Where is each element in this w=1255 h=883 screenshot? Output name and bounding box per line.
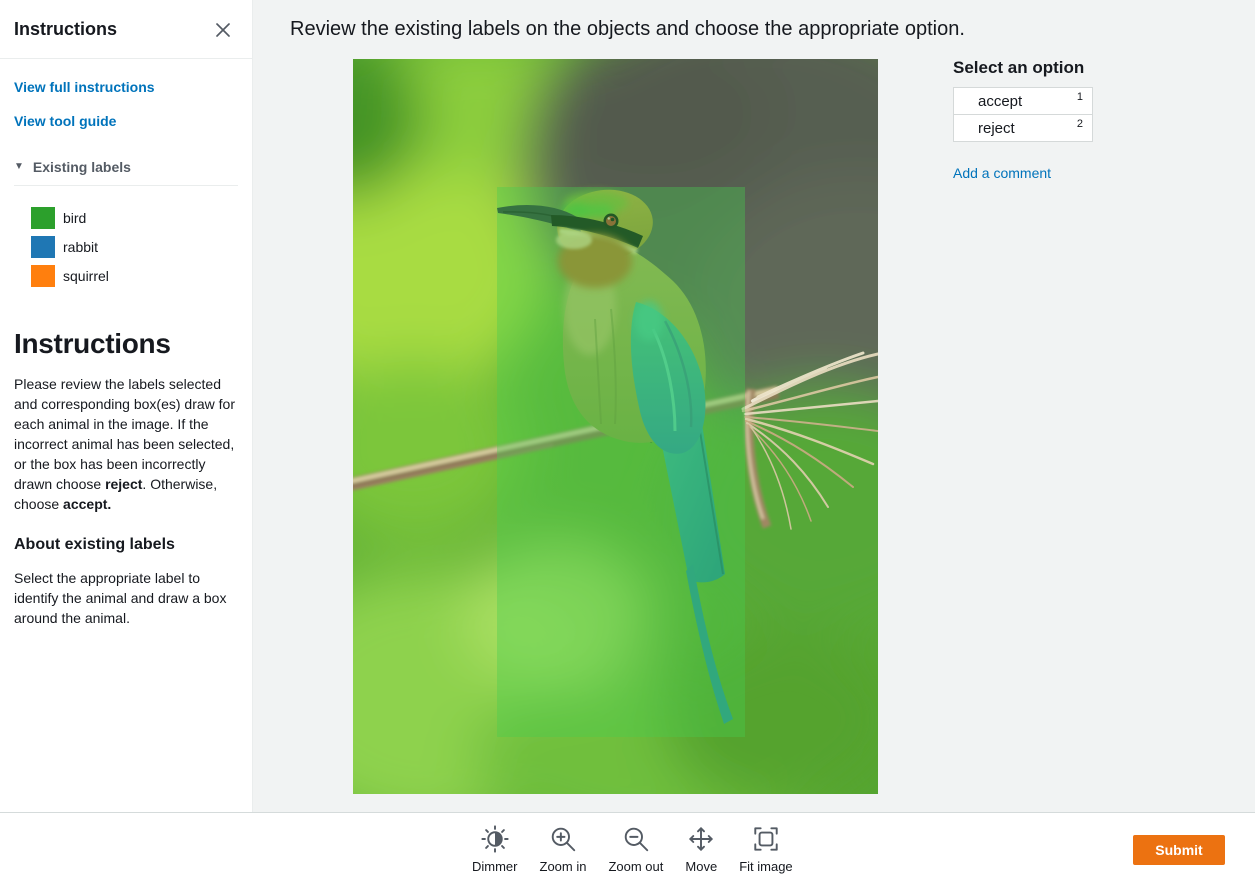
task-work-area: Review the existing labels on the object… xyxy=(253,0,1255,812)
option-reject[interactable]: reject 2 xyxy=(953,114,1093,142)
view-full-instructions-link[interactable]: View full instructions xyxy=(14,79,238,95)
dimmer-button[interactable]: Dimmer xyxy=(468,822,522,876)
options-panel: Select an option accept 1 reject 2 Add a… xyxy=(953,58,1093,183)
submit-button[interactable]: Submit xyxy=(1133,835,1225,865)
dimmer-icon xyxy=(480,824,510,854)
label-item-text: rabbit xyxy=(63,239,98,255)
instructions-text: Please review the labels selected and co… xyxy=(14,376,235,492)
tool-label: Zoom in xyxy=(540,859,587,874)
close-icon[interactable] xyxy=(214,21,232,39)
label-item-text: bird xyxy=(63,210,86,226)
options-heading: Select an option xyxy=(953,58,1093,78)
zoom-out-icon xyxy=(621,824,651,854)
instructions-sidebar: Instructions View full instructions View… xyxy=(0,0,253,812)
options-box: accept 1 reject 2 xyxy=(953,87,1093,142)
sidebar-title: Instructions xyxy=(14,19,117,40)
label-item-text: squirrel xyxy=(63,268,109,284)
add-comment-link[interactable]: Add a comment xyxy=(953,165,1051,181)
reject-emphasis: reject xyxy=(105,476,142,492)
existing-labels-header: Existing labels xyxy=(33,159,131,175)
image-toolbar: Dimmer Zoom in Zoom out xyxy=(468,822,797,876)
about-existing-labels-paragraph: Select the appropriate label to identify… xyxy=(14,568,242,628)
existing-labels-list: bird rabbit squirrel xyxy=(14,203,238,290)
rabbit-color-swatch xyxy=(31,236,55,258)
option-shortcut-key: 2 xyxy=(1077,118,1083,130)
zoom-in-button[interactable]: Zoom in xyxy=(536,822,591,876)
option-shortcut-key: 1 xyxy=(1077,91,1083,103)
task-image[interactable] xyxy=(353,59,878,794)
zoom-out-button[interactable]: Zoom out xyxy=(604,822,667,876)
instructions-paragraph: Please review the labels selected and co… xyxy=(14,374,242,514)
tool-label: Dimmer xyxy=(472,859,518,874)
sidebar-header: Instructions xyxy=(0,0,252,59)
option-accept[interactable]: accept 1 xyxy=(953,87,1093,115)
squirrel-color-swatch xyxy=(31,265,55,287)
bounding-box-bird[interactable] xyxy=(497,187,745,737)
existing-labels-toggle[interactable]: ▼ Existing labels xyxy=(14,159,238,175)
divider xyxy=(14,185,238,186)
bird-color-swatch xyxy=(31,207,55,229)
accept-emphasis: accept. xyxy=(63,496,111,512)
footer-bar: Dimmer Zoom in Zoom out xyxy=(0,812,1255,883)
fit-image-button[interactable]: Fit image xyxy=(735,822,796,876)
chevron-down-icon: ▼ xyxy=(14,162,24,172)
tool-label: Move xyxy=(685,859,717,874)
fit-image-icon xyxy=(751,824,781,854)
label-item-bird: bird xyxy=(31,203,238,232)
move-button[interactable]: Move xyxy=(681,822,721,876)
view-tool-guide-link[interactable]: View tool guide xyxy=(14,113,238,129)
option-label: accept xyxy=(978,93,1022,110)
option-label: reject xyxy=(978,120,1015,137)
zoom-in-icon xyxy=(548,824,578,854)
instructions-heading: Instructions xyxy=(14,328,238,360)
bird-photo xyxy=(353,59,878,794)
labeling-app: Instructions View full instructions View… xyxy=(0,0,1255,883)
sidebar-body: View full instructions View tool guide ▼… xyxy=(0,79,252,628)
label-item-squirrel: squirrel xyxy=(31,261,238,290)
move-icon xyxy=(686,824,716,854)
task-prompt: Review the existing labels on the object… xyxy=(290,18,965,41)
tool-label: Fit image xyxy=(739,859,792,874)
tool-label: Zoom out xyxy=(608,859,663,874)
label-item-rabbit: rabbit xyxy=(31,232,238,261)
about-existing-labels-heading: About existing labels xyxy=(14,536,238,554)
